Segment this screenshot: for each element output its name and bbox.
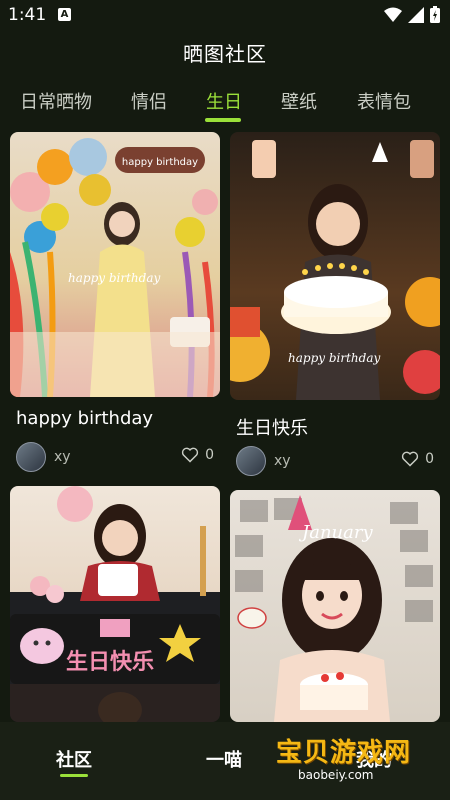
avatar[interactable] xyxy=(16,442,46,472)
post-title[interactable]: 生日快乐 xyxy=(236,414,308,440)
tab-wallpaper[interactable]: 壁纸 xyxy=(281,88,317,114)
post-image[interactable]: happy birthday xyxy=(230,132,440,400)
image-overlay-text: happy birthday xyxy=(288,351,380,365)
tab-couple[interactable]: 情侣 xyxy=(131,88,167,114)
like-count: 0 xyxy=(205,447,214,463)
birthday-photo-illustration: happy birthday happy birthday xyxy=(10,138,220,397)
tab-active-indicator xyxy=(205,118,241,122)
page-title: 晒图社区 xyxy=(183,42,267,66)
watermark-logo: 宝贝游戏网 baobeiy.com xyxy=(272,732,442,794)
post-author[interactable]: xy xyxy=(236,446,291,476)
wifi-icon xyxy=(384,7,402,22)
nav-yimiao[interactable]: 一喵 xyxy=(206,746,242,772)
post-image[interactable]: January xyxy=(230,490,440,722)
avatar[interactable] xyxy=(236,446,266,476)
heart-icon xyxy=(401,451,419,467)
author-name[interactable]: xy xyxy=(274,453,291,469)
watermark-url: baobeiy.com xyxy=(298,768,374,782)
watermark-text: 宝贝游戏网 xyxy=(276,738,412,768)
author-name[interactable]: xy xyxy=(54,449,71,465)
signal-icon xyxy=(408,6,424,23)
image-overlay-text: happy birthday xyxy=(68,271,160,285)
status-time: 1:41 xyxy=(8,5,47,25)
svg-text:happy birthday: happy birthday xyxy=(122,157,198,168)
like-button[interactable]: 0 xyxy=(401,451,434,467)
tab-stickers[interactable]: 表情包 xyxy=(357,88,411,114)
post-image[interactable]: happy birthday happy birthday xyxy=(10,132,220,397)
post-title[interactable]: happy birthday xyxy=(16,408,153,429)
like-count: 0 xyxy=(425,451,434,467)
tab-birthday[interactable]: 生日 xyxy=(206,88,242,114)
post-author[interactable]: xy xyxy=(16,442,71,472)
tab-daily[interactable]: 日常晒物 xyxy=(20,88,92,114)
post-card[interactable]: happy birthday happy birthday happy birt… xyxy=(10,132,220,477)
image-overlay-text: January xyxy=(298,522,373,543)
birthday-sticker-illustration: 生日快乐 xyxy=(10,486,220,722)
image-overlay-text: 生日快乐 xyxy=(66,650,154,675)
post-card[interactable]: January xyxy=(230,490,440,722)
nav-active-indicator xyxy=(60,774,88,777)
post-card[interactable]: happy birthday 生日快乐 xy 0 xyxy=(230,132,440,477)
post-image[interactable]: 生日快乐 xyxy=(10,486,220,722)
status-icons xyxy=(384,6,440,23)
status-bar: 1:41 A xyxy=(0,0,450,30)
like-button[interactable]: 0 xyxy=(181,447,214,463)
battery-icon xyxy=(430,6,440,23)
birthday-portrait-illustration: January xyxy=(235,495,433,722)
heart-icon xyxy=(181,447,199,463)
post-card[interactable]: 生日快乐 xyxy=(10,486,220,722)
notification-icon: A xyxy=(58,8,71,21)
birthday-cake-photo-illustration: happy birthday xyxy=(230,140,440,400)
nav-community[interactable]: 社区 xyxy=(56,746,92,772)
